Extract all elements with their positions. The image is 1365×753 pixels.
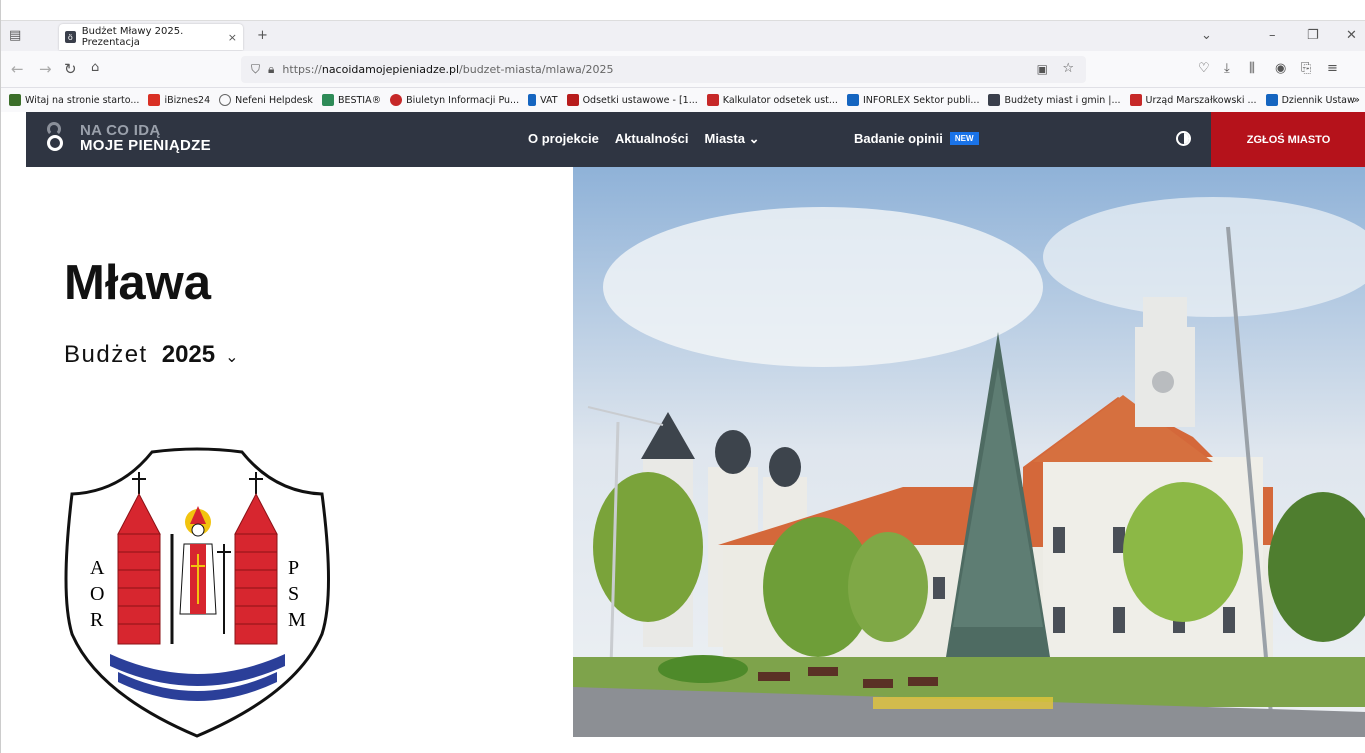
bookmark-label: Dziennik Ustaw bbox=[1281, 94, 1355, 106]
back-icon[interactable]: ← bbox=[11, 60, 24, 78]
bookmark-item[interactable]: Kalkulator odsetek ust... bbox=[706, 94, 838, 106]
window-close-icon[interactable]: ✕ bbox=[1346, 28, 1357, 43]
budget-label: Budżet bbox=[64, 341, 148, 368]
tabs-overflow-chevron-icon[interactable]: ⌄ bbox=[1201, 28, 1212, 43]
bookmark-icon bbox=[1265, 94, 1278, 106]
site-header: NA CO IDĄ MOJE PIENIĄDZE O projekcie Akt… bbox=[26, 112, 1365, 167]
library-icon[interactable]: ⫼ bbox=[1249, 61, 1255, 76]
bookmark-label: Witaj na stronie starto... bbox=[25, 94, 140, 106]
coat-letter-right-1: P bbox=[288, 557, 299, 579]
bookmark-label: INFORLEX Sektor publi... bbox=[862, 94, 980, 106]
bookmark-label: Biuletyn Informacji Pu... bbox=[406, 94, 520, 106]
coat-letter-left-2: O bbox=[90, 583, 104, 605]
menu-icon[interactable]: ≡ bbox=[1327, 61, 1338, 76]
url-host: nacoidamojepieniadze.pl bbox=[321, 63, 460, 76]
tab-close-icon[interactable]: × bbox=[228, 31, 237, 44]
site-logo[interactable]: NA CO IDĄ MOJE PIENIĄDZE bbox=[46, 122, 211, 154]
bookmarks-overflow-icon[interactable]: » bbox=[1353, 93, 1360, 106]
bookmark-icon bbox=[528, 94, 537, 106]
bookmark-star-icon[interactable]: ☆ bbox=[1062, 61, 1074, 76]
main-menu: O projekcie Aktualności Miasta ⌄ bbox=[528, 131, 759, 147]
menu-item-aktualnosci[interactable]: Aktualności bbox=[615, 131, 689, 147]
tab-strip: ▤ ö Budżet Mławy 2025. Prezentacja × + ⌄… bbox=[1, 20, 1365, 51]
browser-window: ▤ ö Budżet Mławy 2025. Prezentacja × + ⌄… bbox=[0, 0, 1365, 753]
bookmark-item[interactable]: Biuletyn Informacji Pu... bbox=[390, 94, 519, 106]
coat-letter-right-3: M bbox=[288, 609, 306, 631]
bookmark-item[interactable]: Witaj na stronie starto... bbox=[9, 94, 139, 106]
logo-line1: NA CO IDĄ bbox=[80, 122, 161, 139]
forward-icon[interactable]: → bbox=[39, 60, 52, 78]
bookmark-icon bbox=[1129, 94, 1142, 106]
reload-icon[interactable]: ↻ bbox=[64, 60, 77, 78]
coat-letter-left-1: A bbox=[90, 557, 105, 579]
extensions-icon[interactable]: ⎘ bbox=[1301, 61, 1311, 76]
survey-link[interactable]: Badanie opinii NEW bbox=[854, 131, 979, 146]
coat-letter-left-3: R bbox=[90, 609, 104, 631]
bookmark-icon bbox=[566, 94, 579, 106]
bookmark-label: VAT bbox=[540, 94, 558, 106]
bookmark-label: Budżety miast i gmin |... bbox=[1004, 94, 1121, 106]
home-icon[interactable]: ⌂ bbox=[91, 60, 99, 75]
tab-favicon-icon: ö bbox=[65, 31, 76, 43]
url-bar[interactable]: ⛉ 🔒︎ https://nacoidamojepieniadze.pl/bud… bbox=[241, 56, 1086, 83]
city-title: Mława bbox=[64, 256, 212, 310]
coat-letter-right-2: S bbox=[288, 583, 299, 605]
bookmark-icon bbox=[9, 94, 21, 106]
url-prefix: https:// bbox=[282, 63, 322, 76]
bookmark-label: Urząd Marszałkowski ... bbox=[1145, 94, 1257, 106]
bookmarks-bar: Witaj na stronie starto... iBiznes24 Nef… bbox=[1, 88, 1365, 112]
bookmark-item[interactable]: Odsetki ustawowe - [1... bbox=[566, 94, 698, 106]
contrast-toggle-icon[interactable] bbox=[1176, 131, 1191, 146]
hero-panel: Mława Budżet 2025 ⌄ A O R P S M bbox=[26, 167, 573, 753]
bookmark-item[interactable]: Urząd Marszałkowski ... bbox=[1129, 94, 1257, 106]
chevron-down-icon: ⌄ bbox=[225, 349, 241, 366]
coat-of-arms-icon: A O R P S M bbox=[64, 447, 330, 738]
bookmark-label: Odsetki ustawowe - [1... bbox=[582, 94, 698, 106]
bookmark-item[interactable]: INFORLEX Sektor publi... bbox=[846, 94, 980, 106]
menu-item-miasta[interactable]: Miasta ⌄ bbox=[705, 131, 760, 147]
reader-view-icon[interactable]: ▣ bbox=[1037, 62, 1048, 76]
tab-title: Budżet Mławy 2025. Prezentacja bbox=[81, 26, 184, 48]
report-city-button[interactable]: ZGŁOŚ MIASTO bbox=[1211, 112, 1365, 167]
lock-icon[interactable]: 🔒︎ bbox=[268, 62, 274, 77]
account-icon[interactable]: ◉ bbox=[1275, 61, 1286, 76]
bookmark-item[interactable]: VAT bbox=[528, 94, 558, 106]
bookmark-icon bbox=[148, 94, 161, 106]
bookmark-item[interactable]: Dziennik Ustaw bbox=[1265, 94, 1355, 106]
browser-tab[interactable]: ö Budżet Mławy 2025. Prezentacja × bbox=[59, 24, 243, 50]
nav-toolbar: ← → ↻ ⌂ ⛉ 🔒︎ https://nacoidamojepieniadz… bbox=[1, 51, 1365, 88]
survey-label: Badanie opinii bbox=[854, 131, 943, 146]
bookmark-icon bbox=[321, 94, 334, 106]
new-tab-icon[interactable]: + bbox=[257, 28, 268, 43]
tab-list-icon[interactable]: ▤ bbox=[9, 28, 21, 43]
minimize-icon[interactable]: – bbox=[1269, 28, 1276, 43]
bookmark-label: Nefeni Helpdesk bbox=[235, 94, 313, 106]
town-hall-photo bbox=[573, 167, 1365, 737]
bookmark-icon bbox=[706, 94, 719, 106]
globe-icon bbox=[219, 94, 232, 106]
bookmark-icon bbox=[988, 94, 1001, 106]
bookmark-item[interactable]: iBiznes24 bbox=[148, 94, 210, 106]
bookmark-label: Kalkulator odsetek ust... bbox=[722, 94, 838, 106]
bookmark-item[interactable]: BESTIA® bbox=[321, 94, 382, 106]
budget-year-selector[interactable]: Budżet 2025 ⌄ bbox=[64, 341, 240, 369]
url-path: /budzet-miasta/mlawa/2025 bbox=[459, 63, 614, 76]
bookmark-label: iBiznes24 bbox=[164, 94, 211, 106]
budget-year: 2025 bbox=[161, 341, 216, 368]
downloads-icon[interactable]: ⤓ bbox=[1224, 61, 1230, 76]
pocket-icon[interactable]: ♡ bbox=[1198, 61, 1210, 76]
bookmark-item[interactable]: Budżety miast i gmin |... bbox=[988, 94, 1121, 106]
bookmark-icon bbox=[390, 94, 403, 106]
new-badge: NEW bbox=[949, 132, 979, 145]
logo-line2: MOJE PIENIĄDZE bbox=[80, 137, 211, 154]
bookmark-label: BESTIA® bbox=[337, 94, 382, 106]
logo-mark-icon bbox=[46, 122, 64, 154]
menu-item-o-projekcie[interactable]: O projekcie bbox=[528, 131, 599, 147]
bookmark-item[interactable]: Nefeni Helpdesk bbox=[219, 94, 313, 106]
bookmark-icon bbox=[846, 94, 859, 106]
restore-icon[interactable]: ❐ bbox=[1307, 28, 1319, 43]
shield-icon[interactable]: ⛉ bbox=[251, 62, 260, 77]
